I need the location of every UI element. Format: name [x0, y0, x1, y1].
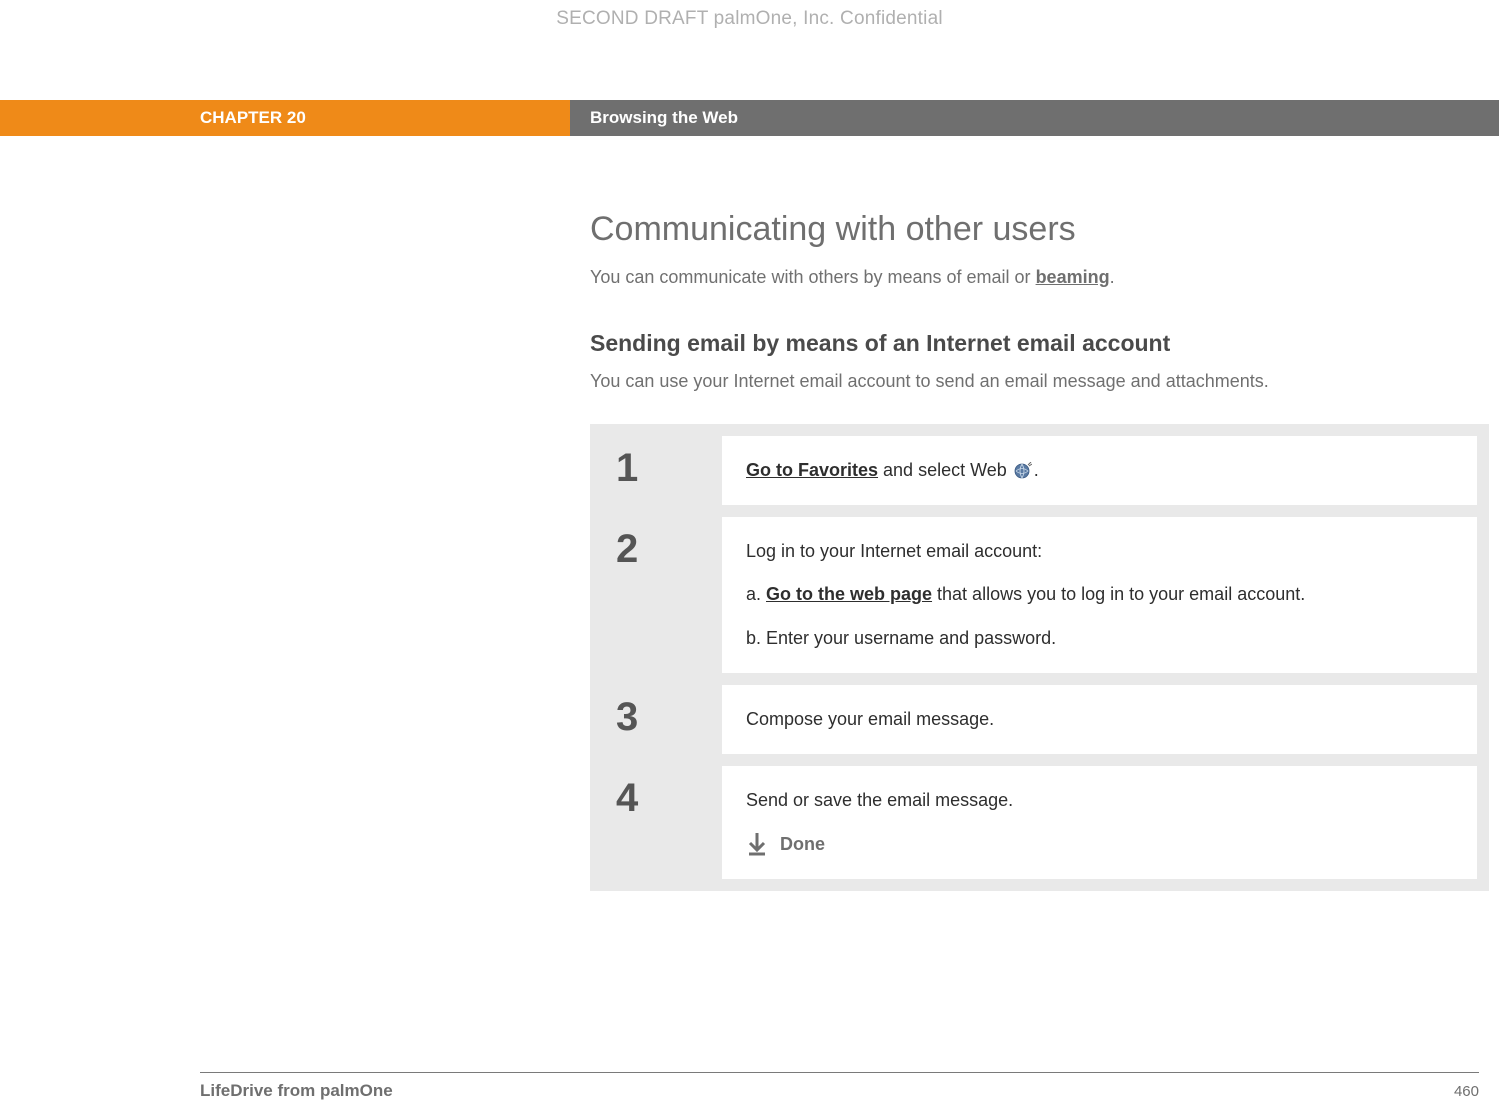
- substep-a-pre: a.: [746, 584, 766, 604]
- done-indicator: Done: [746, 831, 1453, 857]
- step-body: Log in to your Internet email account: a…: [722, 517, 1477, 673]
- step-body: Compose your email message.: [722, 685, 1477, 754]
- page-number: 460: [1454, 1083, 1479, 1100]
- step-body: Send or save the email message. Done: [722, 766, 1477, 879]
- substep-a-post: that allows you to log in to your email …: [932, 584, 1305, 604]
- step-row: 4 Send or save the email message. Done: [602, 766, 1477, 879]
- step-text-end: .: [1034, 460, 1039, 480]
- substep-b: b. Enter your username and password.: [746, 626, 1453, 651]
- watermark-text: SECOND DRAFT palmOne, Inc. Confidential: [0, 8, 1499, 30]
- go-to-favorites-link[interactable]: Go to Favorites: [746, 460, 878, 480]
- step-text: Send or save the email message.: [746, 788, 1453, 813]
- web-icon: [1014, 462, 1032, 480]
- step-row: 3 Compose your email message.: [602, 685, 1477, 754]
- step-row: 1 Go to Favorites and select Web .: [602, 436, 1477, 505]
- step-body: Go to Favorites and select Web .: [722, 436, 1477, 505]
- chapter-label: CHAPTER 20: [0, 100, 570, 136]
- subsection-heading: Sending email by means of an Internet em…: [590, 330, 1489, 357]
- step-number: 4: [602, 766, 722, 879]
- footer-product-name: LifeDrive from palmOne: [200, 1081, 393, 1101]
- done-label: Done: [780, 832, 825, 857]
- step-number: 3: [602, 685, 722, 754]
- section-heading: Communicating with other users: [590, 210, 1489, 249]
- step-lead: Log in to your Internet email account:: [746, 539, 1453, 564]
- intro-paragraph: You can communicate with others by means…: [590, 267, 1489, 288]
- step-number: 2: [602, 517, 722, 673]
- chapter-header-bar: CHAPTER 20 Browsing the Web: [0, 100, 1499, 136]
- step-row: 2 Log in to your Internet email account:…: [602, 517, 1477, 673]
- step-number: 1: [602, 436, 722, 505]
- subsection-desc: You can use your Internet email account …: [590, 371, 1489, 392]
- steps-container: 1 Go to Favorites and select Web . 2 Log…: [590, 424, 1489, 891]
- intro-text-pre: You can communicate with others by means…: [590, 267, 1036, 287]
- main-content: Communicating with other users You can c…: [590, 210, 1489, 891]
- beaming-link[interactable]: beaming: [1036, 267, 1110, 287]
- step-text: Compose your email message.: [746, 707, 1453, 732]
- page-footer: LifeDrive from palmOne 460: [200, 1072, 1479, 1101]
- chapter-title: Browsing the Web: [570, 100, 1499, 136]
- down-arrow-icon: [746, 831, 768, 857]
- step-text: and select Web: [878, 460, 1012, 480]
- intro-text-post: .: [1110, 267, 1115, 287]
- go-to-web-page-link[interactable]: Go to the web page: [766, 584, 932, 604]
